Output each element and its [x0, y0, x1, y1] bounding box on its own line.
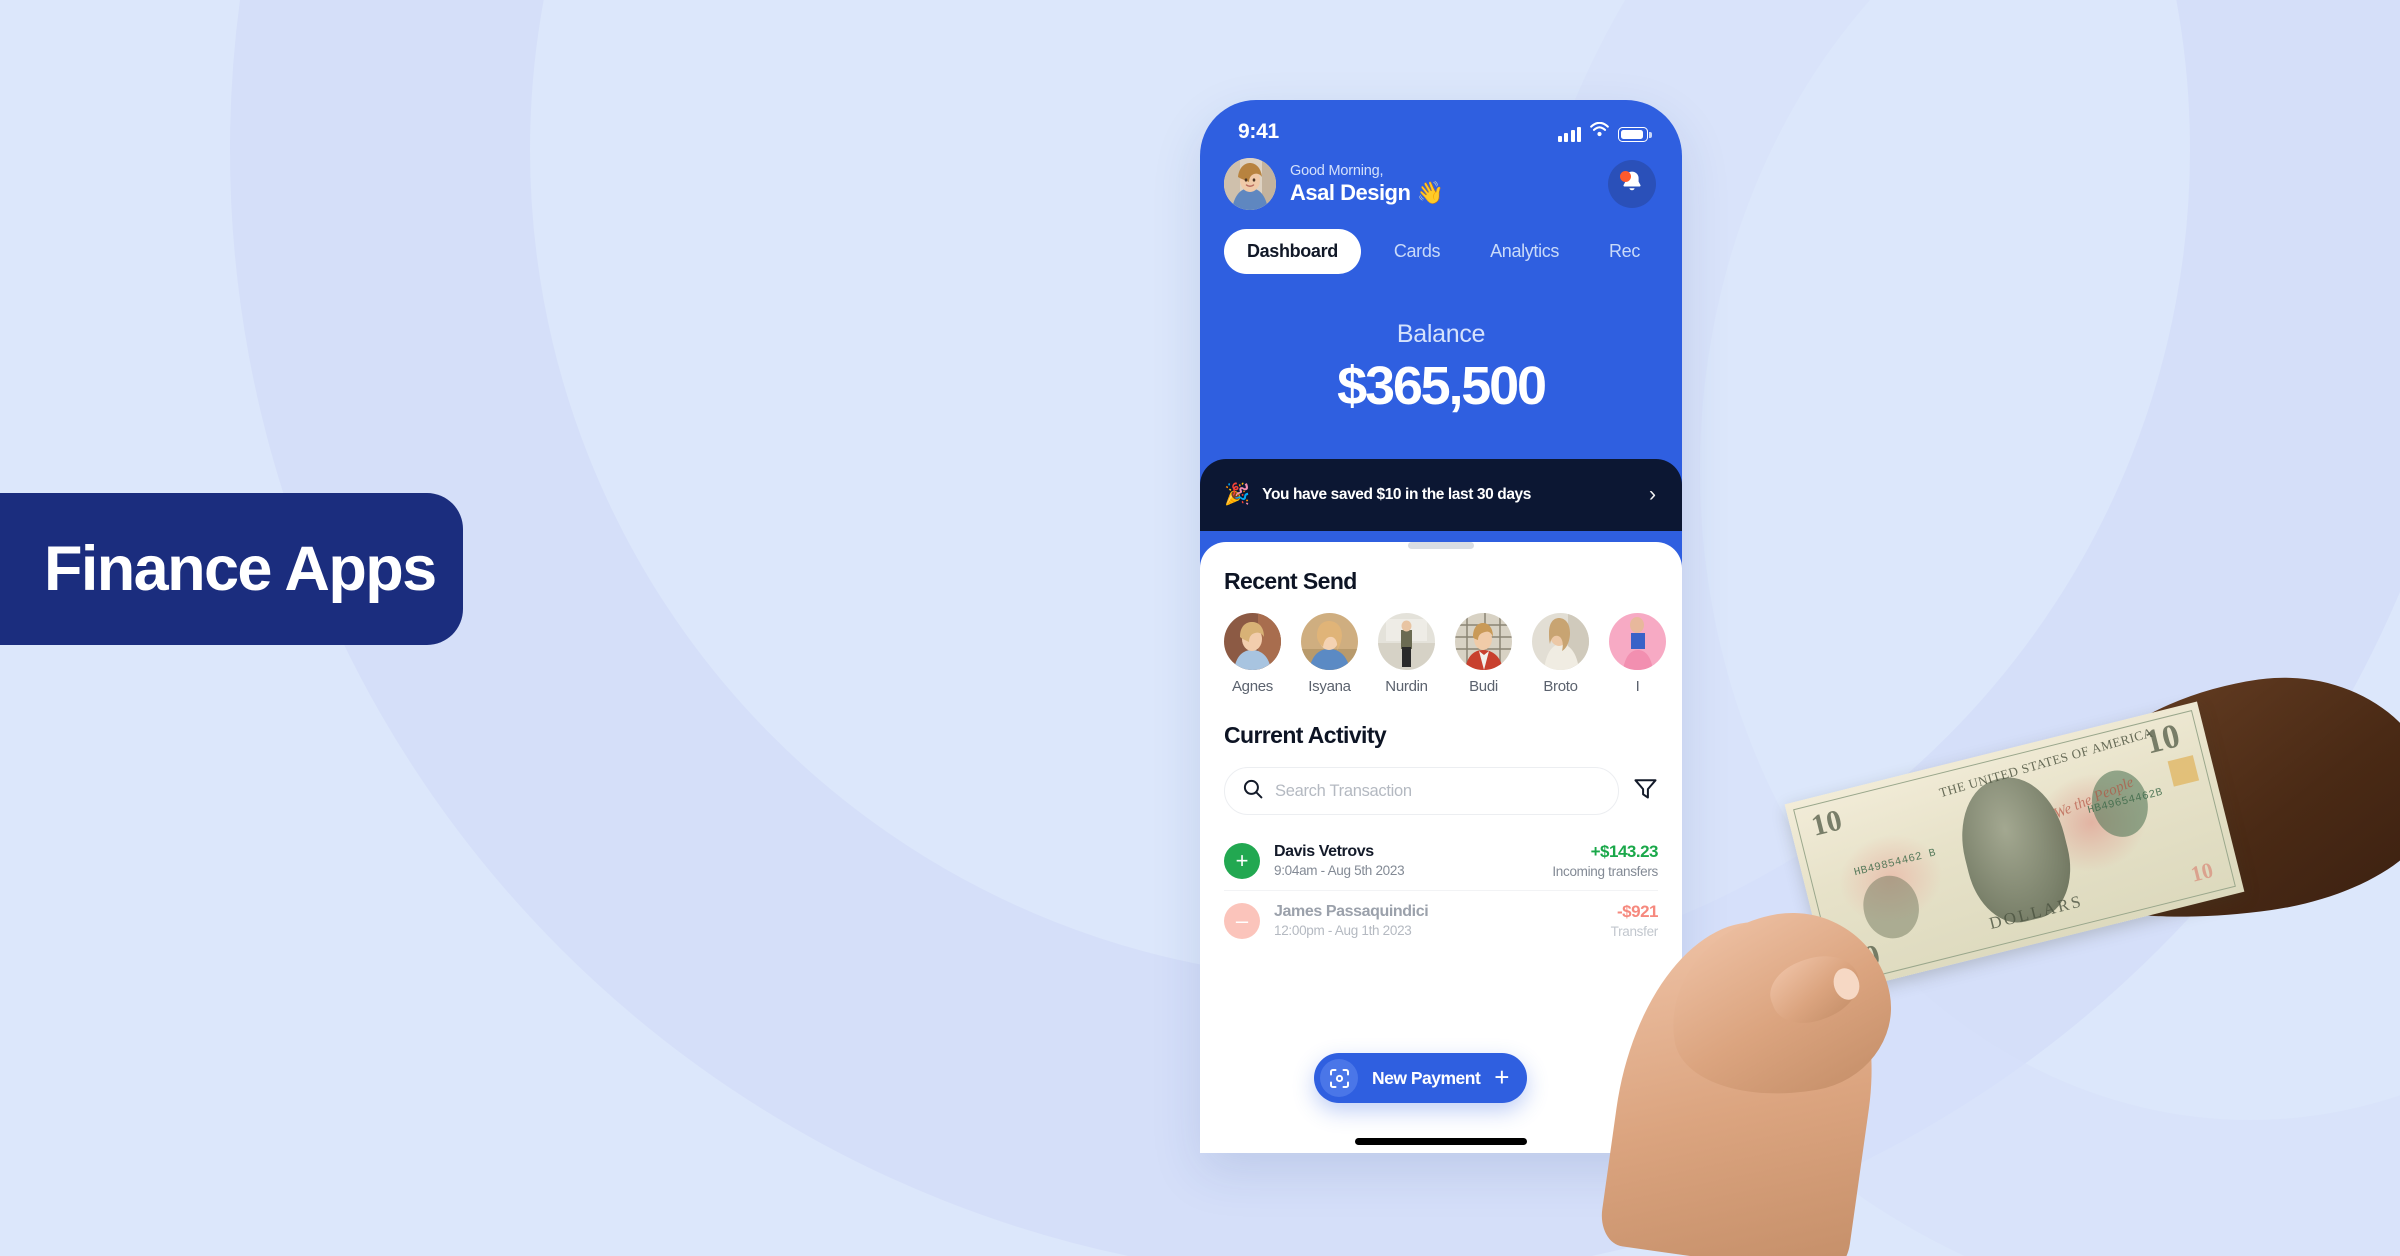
- contact-name: Budi: [1469, 678, 1498, 695]
- tab-recent[interactable]: Rec: [1584, 241, 1665, 262]
- transaction-time: 12:00pm - Aug 1th 2023: [1274, 923, 1412, 938]
- notification-unread-dot: [1620, 171, 1631, 182]
- search-input-placeholder: Search Transaction: [1275, 781, 1412, 800]
- greeting-row: Good Morning, Asal Design 👋: [1200, 148, 1682, 210]
- status-bar: 9:41: [1200, 100, 1682, 148]
- tab-cards[interactable]: Cards: [1369, 241, 1465, 262]
- list-item[interactable]: Isyana: [1301, 613, 1358, 695]
- scan-icon[interactable]: [1320, 1059, 1358, 1097]
- search-icon: [1243, 779, 1263, 804]
- avatar[interactable]: [1224, 158, 1276, 210]
- battery-icon: [1618, 127, 1652, 142]
- sheet-drag-handle[interactable]: [1408, 542, 1474, 549]
- balance-value: $365,500: [1337, 356, 1547, 416]
- transaction-info: Davis Vetrovs 9:04am - Aug 5th 2023: [1274, 843, 1538, 878]
- list-item[interactable]: I: [1609, 613, 1666, 695]
- transaction-amount-block: +$143.23 Incoming transfers: [1552, 842, 1658, 879]
- transaction-name: James Passaquindici: [1274, 903, 1429, 920]
- notification-button[interactable]: [1608, 160, 1656, 208]
- tab-analytics[interactable]: Analytics: [1465, 241, 1584, 262]
- greeting-salutation: Good Morning,: [1290, 162, 1384, 179]
- contact-avatar: [1532, 613, 1589, 670]
- search-row: Search Transaction: [1224, 767, 1658, 815]
- balance-label: Balance: [1396, 320, 1486, 348]
- party-popper-icon: 🎉: [1224, 483, 1251, 506]
- transaction-list: + Davis Vetrovs 9:04am - Aug 5th 2023 +$…: [1224, 831, 1659, 950]
- recent-send-contact-list[interactable]: Agnes Isyana Nurdin Budi Broto I: [1224, 613, 1666, 695]
- contact-avatar: [1455, 613, 1512, 670]
- transaction-amount: +$143.23: [1590, 842, 1659, 861]
- contact-name: Broto: [1543, 678, 1578, 695]
- transaction-info: James Passaquindici 12:00pm - Aug 1th 20…: [1274, 903, 1597, 938]
- contact-avatar: [1301, 613, 1358, 670]
- greeting-username-row: Asal Design 👋: [1290, 180, 1594, 206]
- contact-avatar: [1609, 613, 1666, 670]
- plus-icon: +: [1224, 842, 1260, 879]
- finance-apps-badge-label: Finance Apps: [44, 534, 437, 604]
- status-icon-group: [1557, 121, 1652, 142]
- transaction-kind: Incoming transfers: [1552, 864, 1658, 879]
- list-item[interactable]: Budi: [1455, 613, 1512, 695]
- balance-block: Balance $365,500: [1200, 274, 1682, 417]
- savings-banner[interactable]: 🎉 You have saved $10 in the last 30 days…: [1200, 459, 1682, 531]
- contact-name: Isyana: [1308, 678, 1351, 695]
- hands-exchanging-money-photo: THE UNITED STATES OF AMERICA DOLLARS We …: [1597, 657, 2400, 1256]
- savings-banner-text: You have saved $10 in the last 30 days: [1262, 486, 1531, 503]
- new-payment-button[interactable]: New Payment +: [1314, 1053, 1528, 1103]
- plus-icon[interactable]: +: [1494, 1064, 1509, 1090]
- contact-name: Nurdin: [1385, 678, 1428, 695]
- list-item[interactable]: Broto: [1532, 613, 1589, 695]
- transaction-name: Davis Vetrovs: [1274, 843, 1374, 860]
- current-activity-title: Current Activity: [1224, 722, 1387, 748]
- table-row[interactable]: – James Passaquindici 12:00pm - Aug 1th …: [1224, 890, 1659, 950]
- contact-avatar: [1378, 613, 1435, 670]
- waving-hand-icon: 👋: [1416, 179, 1444, 205]
- chevron-right-icon[interactable]: ›: [1649, 483, 1656, 507]
- greeting-username: Asal Design: [1290, 179, 1411, 205]
- greeting-text-block: Good Morning, Asal Design 👋: [1290, 163, 1594, 206]
- finance-apps-badge: Finance Apps: [0, 493, 463, 645]
- tab-bar[interactable]: Dashboard Cards Analytics Rec: [1200, 210, 1682, 274]
- table-row[interactable]: + Davis Vetrovs 9:04am - Aug 5th 2023 +$…: [1224, 831, 1658, 890]
- status-clock: 9:41: [1238, 120, 1279, 143]
- phone-mockup: 9:41 Good Morning, Asal Design 👋 Dashboa…: [1200, 100, 1682, 1153]
- transaction-time: 9:04am - Aug 5th 2023: [1274, 863, 1405, 878]
- contact-name: Agnes: [1231, 678, 1274, 695]
- cellular-signal-icon: [1557, 127, 1581, 142]
- tab-dashboard[interactable]: Dashboard: [1224, 229, 1361, 274]
- wifi-icon: [1590, 121, 1609, 142]
- list-item[interactable]: Agnes: [1224, 613, 1281, 695]
- contact-avatar: [1224, 613, 1281, 670]
- search-input[interactable]: Search Transaction: [1224, 767, 1619, 815]
- new-payment-label: New Payment: [1372, 1067, 1481, 1088]
- minus-icon: –: [1224, 902, 1260, 939]
- home-indicator: [1355, 1138, 1527, 1145]
- recent-send-title: Recent Send: [1224, 568, 1357, 594]
- list-item[interactable]: Nurdin: [1378, 613, 1435, 695]
